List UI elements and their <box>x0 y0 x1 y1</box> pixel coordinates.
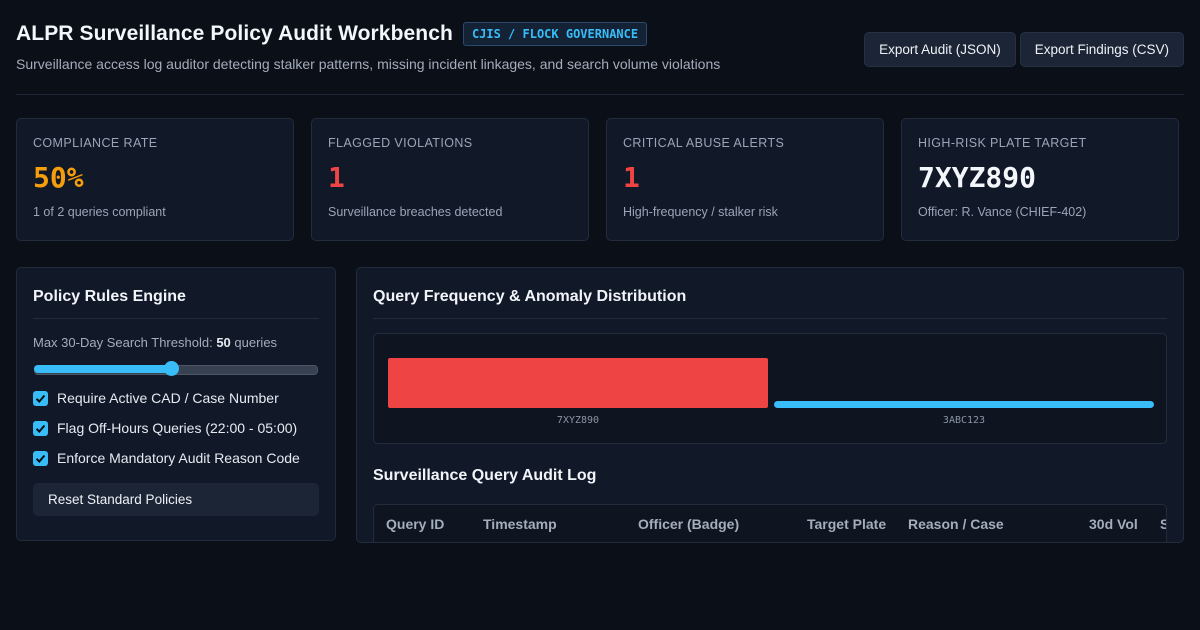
bar-7xyz890 <box>388 358 768 408</box>
threshold-prefix: Max 30-Day Search Threshold: <box>33 335 213 350</box>
card-note: Officer: R. Vance (CHIEF-402) <box>918 205 1087 219</box>
checkbox-checked-icon[interactable] <box>33 390 48 406</box>
critical-alerts-card: CRITICAL ABUSE ALERTS 1 High-frequency /… <box>606 118 884 241</box>
audit-log-table: Query ID Timestamp Officer (Badge) Targe… <box>373 504 1167 542</box>
threshold-slider[interactable] <box>33 361 319 376</box>
threshold-label: Max 30-Day Search Threshold: 50 queries <box>33 335 319 350</box>
card-label: FLAGGED VIOLATIONS <box>328 136 473 150</box>
threshold-value: 50 <box>216 335 231 350</box>
checkbox-checked-icon[interactable] <box>33 450 48 466</box>
col-30d-vol[interactable]: 30d Vol <box>1089 516 1138 532</box>
frequency-chart-svg: 7XYZ890 3ABC123 <box>388 358 1154 426</box>
policy-rules-panel: Policy Rules Engine Max 30-Day Search Th… <box>16 267 336 541</box>
high-risk-plate-card: HIGH-RISK PLATE TARGET 7XYZ890 Officer: … <box>901 118 1179 241</box>
enforce-reason-code-toggle[interactable]: Enforce Mandatory Audit Reason Code <box>33 450 319 466</box>
page-title: ALPR Surveillance Policy Audit Workbench <box>16 22 453 45</box>
checkbox-label: Enforce Mandatory Audit Reason Code <box>57 450 300 466</box>
export-csv-button[interactable]: Export Findings (CSV) <box>1019 32 1184 67</box>
card-value: 50% <box>33 161 84 194</box>
col-status[interactable]: S <box>1160 516 1166 532</box>
panel-title: Policy Rules Engine <box>33 268 319 319</box>
analysis-panel: Query Frequency & Anomaly Distribution 7… <box>356 267 1184 543</box>
summary-cards: COMPLIANCE RATE 50% 1 of 2 queries compl… <box>16 118 1179 241</box>
frequency-chart: 7XYZ890 3ABC123 <box>373 333 1167 444</box>
audit-log-title: Surveillance Query Audit Log <box>373 467 597 484</box>
governance-tag: CJIS / FLOCK GOVERNANCE <box>462 22 648 46</box>
card-label: HIGH-RISK PLATE TARGET <box>918 136 1087 150</box>
bar-label-7xyz890: 7XYZ890 <box>557 415 599 426</box>
col-target-plate[interactable]: Target Plate <box>807 516 886 532</box>
compliance-rate-card: COMPLIANCE RATE 50% 1 of 2 queries compl… <box>16 118 294 241</box>
card-note: Surveillance breaches detected <box>328 205 503 219</box>
card-note: 1 of 2 queries compliant <box>33 205 166 219</box>
col-query-id[interactable]: Query ID <box>386 516 444 532</box>
checkbox-checked-icon[interactable] <box>33 420 48 436</box>
slider-fill <box>34 365 172 373</box>
reset-policies-button[interactable]: Reset Standard Policies <box>33 483 319 516</box>
bar-3abc123 <box>774 401 1154 408</box>
card-label: CRITICAL ABUSE ALERTS <box>623 136 785 150</box>
flag-off-hours-toggle[interactable]: Flag Off-Hours Queries (22:00 - 05:00) <box>33 420 319 436</box>
card-value: 1 <box>623 161 640 194</box>
col-reason-case[interactable]: Reason / Case <box>908 516 1004 532</box>
col-timestamp[interactable]: Timestamp <box>483 516 557 532</box>
card-value: 1 <box>328 161 345 194</box>
bar-label-3abc123: 3ABC123 <box>943 415 985 426</box>
chart-title: Query Frequency & Anomaly Distribution <box>373 268 1167 319</box>
threshold-suffix: queries <box>234 335 278 350</box>
export-json-button[interactable]: Export Audit (JSON) <box>864 32 1016 67</box>
checkbox-label: Flag Off-Hours Queries (22:00 - 05:00) <box>57 420 298 436</box>
card-label: COMPLIANCE RATE <box>33 136 158 150</box>
header-actions: Export Audit (JSON) Export Findings (CSV… <box>864 32 1184 67</box>
col-officer[interactable]: Officer (Badge) <box>638 516 739 532</box>
card-note: High-frequency / stalker risk <box>623 205 778 219</box>
require-cad-toggle[interactable]: Require Active CAD / Case Number <box>33 390 319 406</box>
page-header: ALPR Surveillance Policy Audit Workbench… <box>16 22 1184 95</box>
checkbox-label: Require Active CAD / Case Number <box>57 390 279 406</box>
card-value: 7XYZ890 <box>918 161 1037 194</box>
flagged-violations-card: FLAGGED VIOLATIONS 1 Surveillance breach… <box>311 118 589 241</box>
